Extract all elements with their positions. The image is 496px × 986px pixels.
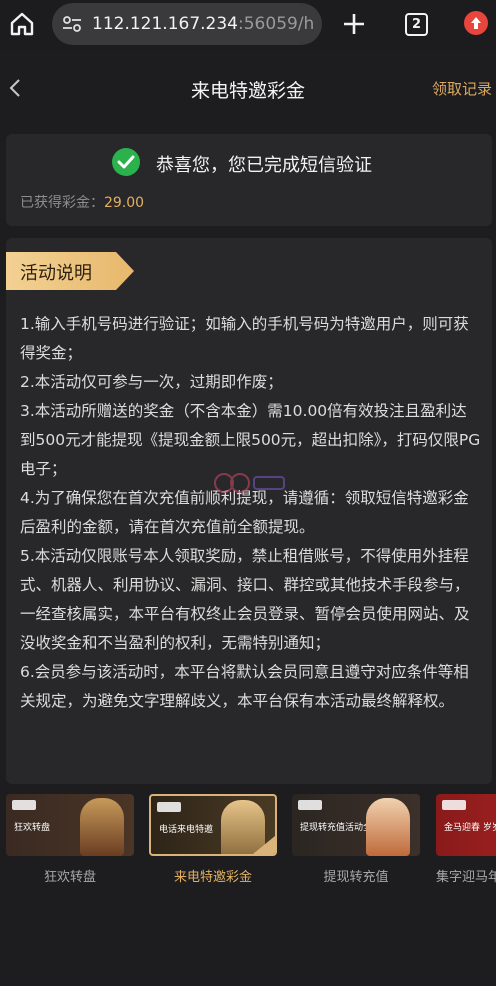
promo-card-wheel[interactable]: 狂欢转盘 狂欢转盘 [6,794,134,885]
promo-label[interactable]: 狂欢转盘 [6,866,134,885]
promo-label[interactable]: 来电特邀彩金 [149,866,277,885]
tab-switcher-button[interactable]: 2 [405,13,428,36]
promo-thumbnail[interactable]: 金马迎春 岁岁平安 [436,794,496,856]
rules-tag: 活动说明 [6,252,134,290]
promo-card-horse-year[interactable]: 金马迎春 岁岁平安 集字迎马年 [436,794,496,885]
page-header: 来电特邀彩金 领取记录 [0,58,496,120]
promo-card-withdraw-to-deposit[interactable]: 提现转充值活动全面上线 提现转充值 [292,794,420,885]
watermark-logo [214,473,285,493]
promo-badge [157,802,181,812]
update-arrow-icon[interactable] [464,11,488,35]
promo-thumbnail[interactable]: 狂欢转盘 [6,794,134,856]
url-host: 112.121.167.234 [92,14,239,34]
promo-thumbnail[interactable]: 提现转充值活动全面上线 [292,794,420,856]
address-bar[interactable]: 112.121.167.234:56059/ho [52,3,322,45]
promo-thumb-text: 狂欢转盘 [14,823,51,833]
rule-item: 5.本活动仅限账号本人领取奖励，禁止租借账号，不得使用外挂程式、机器人、利用协议… [20,547,470,652]
bonus-earned: 已获得彩金：29.00 [20,192,144,212]
promo-label[interactable]: 集字迎马年 [436,866,496,885]
promo-card-call-bonus[interactable]: 电话来电特邀 来电特邀彩金 [149,794,277,885]
promo-figure [366,798,410,856]
rules-tag-label: 活动说明 [20,263,92,284]
promo-thumb-text: 金马迎春 岁岁平安 [444,823,496,833]
bonus-label: 已获得彩金： [20,195,104,211]
promo-figure [80,798,124,856]
rule-item: 2.本活动仅可参与一次，过期即作废； [20,373,283,391]
promo-thumb-text: 电话来电特邀 [159,825,214,835]
browser-toolbar: 112.121.167.234:56059/ho 2 [0,0,496,50]
check-circle-icon [112,148,140,176]
rule-item: 6.会员参与该活动时，本平台将默认会员同意且遵守对应条件等相关规定，为避免文字理… [20,663,469,710]
success-message: 恭喜您，您已完成短信验证 [156,155,372,176]
promo-figure [221,800,265,854]
verification-success-card: 恭喜您，您已完成短信验证 已获得彩金：29.00 [6,134,492,226]
bonus-value: 29.00 [104,195,145,211]
claim-records-link[interactable]: 领取记录 [432,78,492,99]
site-settings-icon[interactable] [62,15,82,33]
promo-label[interactable]: 提现转充值 [292,866,420,885]
promo-badge [298,800,322,810]
url-path: :56059/ho [238,14,314,34]
page-title: 来电特邀彩金 [190,80,305,102]
rule-item: 1.输入手机号码进行验证；如输入的手机号码为特邀用户，则可获得奖金； [20,315,469,362]
new-tab-icon[interactable] [341,11,367,37]
home-icon[interactable] [8,10,36,38]
promo-badge [442,800,466,810]
promo-thumbnail[interactable]: 电话来电特邀 [149,794,277,856]
activity-rules-card: 活动说明 1.输入手机号码进行验证；如输入的手机号码为特邀用户，则可获得奖金； … [6,238,492,784]
url-text: 112.121.167.234:56059/ho [92,14,314,34]
promo-badge [12,800,36,810]
rules-list: 1.输入手机号码进行验证；如输入的手机号码为特邀用户，则可获得奖金； 2.本活动… [20,310,482,716]
promo-carousel[interactable]: 狂欢转盘 狂欢转盘 电话来电特邀 来电特邀彩金 提现转充值活动全面上线 提现转充… [0,794,496,894]
